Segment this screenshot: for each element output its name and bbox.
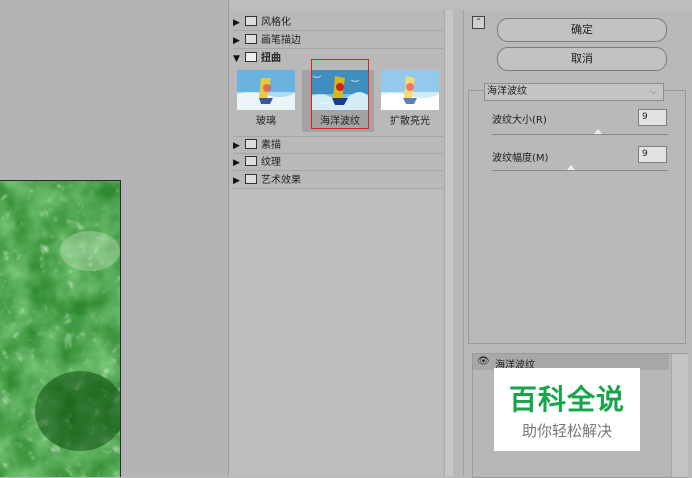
expand-arrow-icon: ▶ <box>233 158 240 168</box>
gallery-empty-area <box>229 184 443 476</box>
layers-scrollbar[interactable] <box>671 354 688 477</box>
expand-arrow-icon: ▶ <box>233 18 240 28</box>
folder-sketch[interactable]: ▶ 素描 <box>233 136 443 154</box>
expand-arrow-icon: ▶ <box>233 176 240 186</box>
watermark-subtitle: 助你轻松解决 <box>521 422 612 440</box>
filter-settings-box <box>468 90 686 344</box>
slider-thumb-size[interactable] <box>593 129 602 134</box>
filter-select[interactable]: 海洋波纹 ⌵ <box>484 83 664 101</box>
folder-brush-strokes[interactable]: ▶ 画笔描边 <box>233 32 443 49</box>
preview-image[interactable] <box>0 180 121 477</box>
preview-texture <box>0 181 120 477</box>
param-label-size: 波纹大小(R) <box>492 115 547 126</box>
folder-label: 风格化 <box>261 17 291 28</box>
selected-thumb-frame <box>311 59 369 129</box>
preview-pane[interactable] <box>0 0 229 477</box>
folder-stylize[interactable]: ▶ 风格化 <box>233 14 443 31</box>
expand-arrow-icon: ▶ <box>233 141 240 151</box>
eye-icon[interactable]: 👁 <box>477 356 490 368</box>
folder-label: 扭曲 <box>261 53 281 64</box>
thumbnail-image <box>237 70 295 110</box>
folder-artistic[interactable]: ▶ 艺术效果 <box>233 172 443 189</box>
cancel-button[interactable]: 取消 <box>497 47 667 71</box>
thumb-label: 扩散亮光 <box>390 116 430 127</box>
param-label-magnitude: 波纹幅度(M) <box>492 153 549 164</box>
thumb-label: 玻璃 <box>256 116 276 127</box>
filter-gallery: ▶ 风格化 ▶ 画笔描边 ▼ 扭曲 玻璃 海洋波纹 扩散亮光 ▶ 素描 ▶ 纹理… <box>229 10 453 476</box>
slider-track-magnitude[interactable] <box>492 170 668 171</box>
ok-button[interactable]: 确定 <box>497 18 667 42</box>
expand-arrow-icon: ▶ <box>233 36 240 46</box>
folder-label: 画笔描边 <box>261 35 301 46</box>
folder-label: 素描 <box>261 140 281 151</box>
collapse-arrow-icon: ▼ <box>233 54 240 64</box>
slider-track-size[interactable] <box>492 134 668 135</box>
folder-label: 纹理 <box>261 157 281 168</box>
folder-icon <box>245 16 257 26</box>
thumbnail-image <box>381 70 439 110</box>
chevron-down-icon: ⌵ <box>650 87 657 97</box>
thumb-glass[interactable] <box>237 70 295 110</box>
folder-icon <box>245 174 257 184</box>
watermark-logo: 百科全说 助你轻松解决 <box>494 368 640 451</box>
filter-select-value: 海洋波纹 <box>487 86 527 97</box>
folder-label: 艺术效果 <box>261 175 301 186</box>
double-chevron-up-icon[interactable]: ⌃ <box>472 16 485 29</box>
folder-icon <box>245 156 257 166</box>
folder-icon <box>245 139 257 149</box>
folder-open-icon <box>245 52 257 62</box>
gallery-scrollbar[interactable] <box>444 10 453 476</box>
folder-icon <box>245 34 257 44</box>
watermark-title: 百科全说 <box>508 383 625 416</box>
folder-texture[interactable]: ▶ 纹理 <box>233 154 443 171</box>
param-input-size[interactable]: 9 <box>638 109 667 126</box>
param-input-magnitude[interactable]: 9 <box>638 146 667 163</box>
thumb-diffuse-glow[interactable] <box>381 70 439 110</box>
slider-thumb-magnitude[interactable] <box>567 165 576 170</box>
